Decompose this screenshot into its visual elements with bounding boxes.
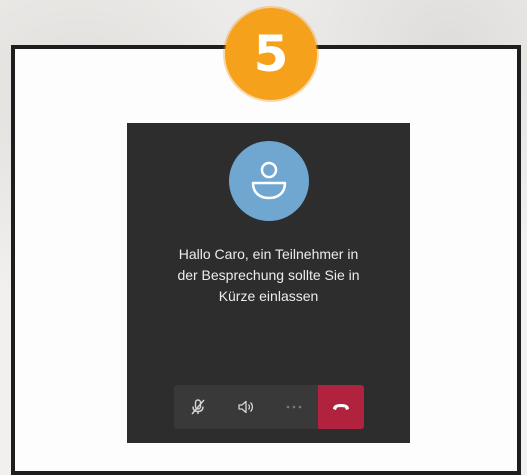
speaker-icon [238,400,254,414]
message-line: der Besprechung sollte Sie in [177,267,360,283]
hang-up-icon [333,404,349,410]
person-icon [251,161,287,200]
more-options-icon [286,405,302,409]
step-number-badge: 5 [225,8,317,100]
call-controls-bar [174,385,364,429]
step-number: 5 [253,25,289,83]
mute-microphone-button[interactable] [174,385,222,429]
meeting-lobby-screen: Hallo Caro, ein Teilnehmer in der Bespre… [127,123,410,443]
mic-off-icon [191,399,205,415]
user-avatar [229,141,309,221]
message-line: Kürze einlassen [218,288,319,304]
hang-up-button[interactable] [318,385,364,429]
lobby-waiting-message: Hallo Caro, ein Teilnehmer in der Bespre… [137,244,400,307]
more-options-button[interactable] [270,385,318,429]
message-line: Hallo Caro, ein Teilnehmer in [178,246,359,262]
speaker-button[interactable] [222,385,270,429]
